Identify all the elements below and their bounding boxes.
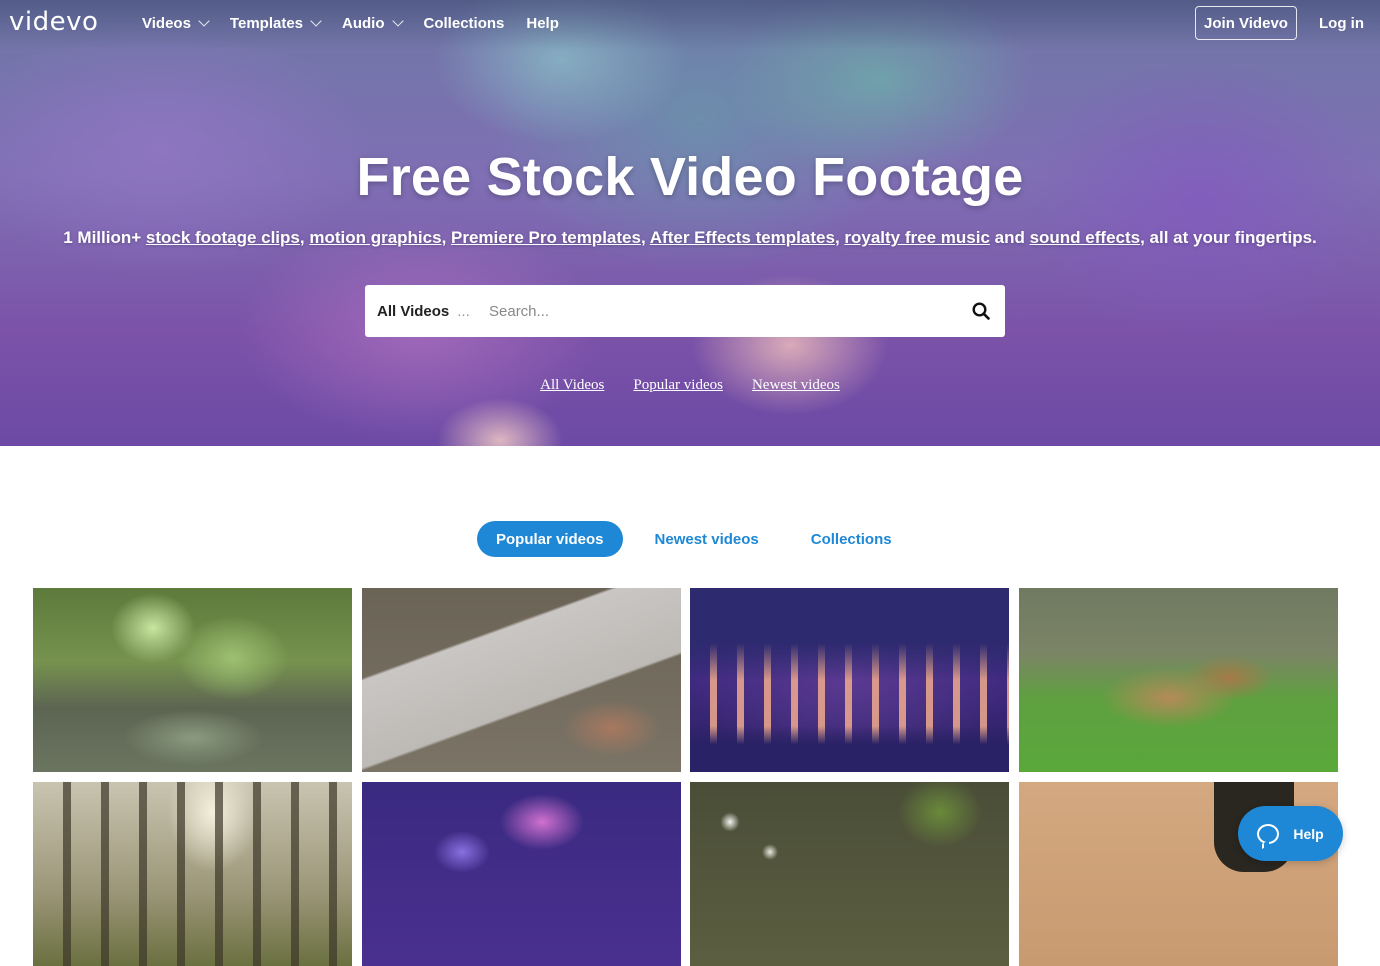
video-thumbnail[interactable]: [690, 782, 1009, 966]
login-link[interactable]: Log in: [1319, 15, 1364, 32]
nav-videos-label: Videos: [142, 15, 191, 32]
nav-help-label: Help: [526, 15, 559, 32]
link-premiere-templates[interactable]: Premiere Pro templates: [451, 228, 641, 247]
nav-audio[interactable]: Audio: [342, 15, 404, 32]
nav-audio-label: Audio: [342, 15, 385, 32]
search-category-more: ...: [457, 302, 470, 320]
tab-newest-videos[interactable]: Newest videos: [636, 521, 778, 557]
thumbnail-shade: [690, 588, 1009, 772]
chevron-down-icon: [198, 15, 210, 27]
video-thumbnail[interactable]: [690, 588, 1009, 772]
nav-collections[interactable]: Collections: [424, 15, 505, 32]
quick-link-all-videos[interactable]: All Videos: [540, 377, 604, 394]
subtitle-and: and: [989, 228, 1030, 247]
nav-collections-label: Collections: [423, 15, 505, 32]
chat-bubble-icon: [1257, 823, 1280, 844]
nav-templates-label: Templates: [229, 15, 304, 32]
search-category-label: All Videos: [377, 302, 450, 320]
search-bar: All Videos ...: [365, 285, 1005, 337]
subtitle-suffix: , all at your fingertips.: [1140, 228, 1317, 247]
link-after-effects-templates[interactable]: After Effects templates: [650, 228, 835, 247]
help-widget-button[interactable]: Help: [1238, 806, 1343, 861]
nav-help[interactable]: Help: [526, 15, 559, 32]
link-stock-footage[interactable]: stock footage clips: [146, 228, 300, 247]
search-icon[interactable]: [961, 302, 1001, 320]
quick-link-newest-videos[interactable]: Newest videos: [752, 377, 840, 394]
video-thumbnail[interactable]: [362, 782, 681, 966]
video-thumbnail[interactable]: [33, 588, 352, 772]
video-thumbnail[interactable]: [1019, 588, 1338, 772]
link-motion-graphics[interactable]: motion graphics: [309, 228, 441, 247]
nav-videos[interactable]: Videos: [142, 15, 210, 32]
join-button[interactable]: Join Videvo: [1195, 6, 1297, 40]
search-category-select[interactable]: All Videos ...: [377, 303, 487, 320]
content-tabs: Popular videos Newest videos Collections: [477, 521, 911, 557]
videvo-logo[interactable]: videvo: [9, 7, 98, 37]
hero-banner: videvo Videos Templates Audio Collection…: [0, 0, 1380, 446]
subtitle-prefix: 1 Million+: [63, 228, 146, 247]
quick-links: All Videos Popular videos Newest videos: [0, 377, 1380, 394]
main-nav: Videos Templates Audio Collections Help: [142, 15, 581, 32]
chevron-down-icon: [310, 15, 322, 27]
quick-link-popular-videos[interactable]: Popular videos: [633, 377, 723, 394]
link-royalty-free-music[interactable]: royalty free music: [844, 228, 990, 247]
tab-popular-videos[interactable]: Popular videos: [477, 521, 623, 557]
chevron-down-icon: [391, 15, 404, 27]
tab-collections[interactable]: Collections: [792, 521, 911, 557]
search-input[interactable]: [487, 290, 961, 332]
nav-templates[interactable]: Templates: [229, 15, 322, 32]
page-title: Free Stock Video Footage: [356, 147, 1024, 207]
link-sound-effects[interactable]: sound effects: [1030, 228, 1141, 247]
hero-subtitle: 1 Million+ stock footage clips, motion g…: [63, 228, 1317, 247]
video-thumbnail[interactable]: [33, 782, 352, 966]
help-widget-label: Help: [1293, 825, 1324, 842]
video-thumbnail[interactable]: [362, 588, 681, 772]
